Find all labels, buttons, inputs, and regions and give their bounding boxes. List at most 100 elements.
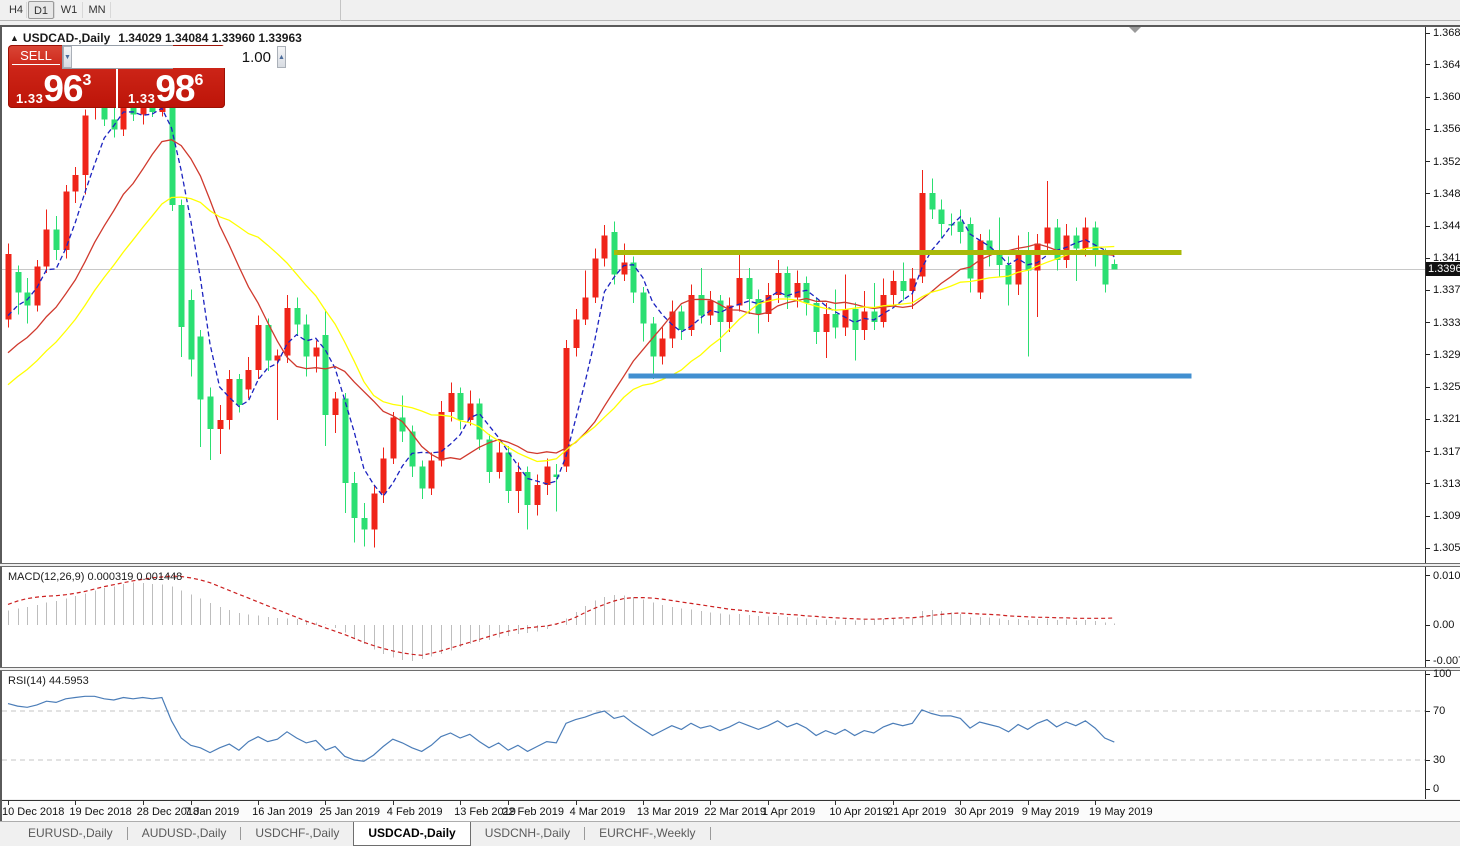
sell-price-big: 96 xyxy=(43,68,83,109)
chart-ohlc-values: 1.34029 1.34084 1.33960 1.33963 xyxy=(118,31,302,45)
pane-separator[interactable] xyxy=(0,563,1460,567)
time-axis-label: 30 Apr 2019 xyxy=(954,806,1014,818)
rsi-pane[interactable] xyxy=(2,671,1425,799)
sell-price-prefix: 1.33 xyxy=(16,91,44,106)
sell-button[interactable]: SELL xyxy=(12,47,60,65)
pane-separator[interactable] xyxy=(0,667,1460,671)
tab-usdcnh-daily[interactable]: USDCNH-,Daily xyxy=(471,822,584,846)
rsi-name: RSI(14) xyxy=(8,675,46,687)
rsi-axis-label: 100 xyxy=(1433,668,1452,681)
price-axis-label: 1.36860 xyxy=(1433,27,1460,39)
time-axis-tick xyxy=(642,801,644,805)
buy-price[interactable]: 1.33986 xyxy=(128,69,203,108)
time-axis-tick xyxy=(460,801,462,805)
timeframe-button-w1[interactable]: W1 xyxy=(56,1,82,19)
price-axis-tick xyxy=(1426,96,1430,98)
rsi-axis-label: 70 xyxy=(1433,705,1446,717)
price-axis-label: 1.31340 xyxy=(1433,477,1460,490)
window-frame-left xyxy=(0,25,2,821)
time-axis-label: 22 Feb 2019 xyxy=(502,806,565,818)
time-axis-tick xyxy=(575,801,577,805)
price-axis-label: 1.36070 xyxy=(1433,91,1460,104)
time-axis-tick xyxy=(835,801,837,805)
price-axis-label: 1.33710 xyxy=(1433,284,1460,297)
time-axis-label: 16 Jan 2019 xyxy=(252,806,313,818)
time-axis-label: 21 Apr 2019 xyxy=(887,806,947,818)
price-axis-tick xyxy=(1426,64,1430,66)
time-axis-label: 10 Dec 2018 xyxy=(2,806,65,818)
price-axis-label: 1.35680 xyxy=(1433,123,1460,136)
time-axis-label: 9 May 2019 xyxy=(1021,806,1080,818)
volume-decrease-icon[interactable]: ▼ xyxy=(63,46,72,68)
tab-separator xyxy=(709,827,711,840)
price-axis-border xyxy=(1425,27,1426,799)
time-axis-tick xyxy=(710,801,712,805)
price-axis-tick xyxy=(1426,322,1430,324)
chart-shift-icon[interactable] xyxy=(1129,27,1141,33)
macd-axis-tick xyxy=(1426,624,1430,626)
time-axis-label: 4 Feb 2019 xyxy=(386,806,443,818)
time-axis-label: 19 May 2019 xyxy=(1089,806,1153,818)
chart-symbol-period: USDCAD-,Daily xyxy=(22,31,111,45)
sell-price-sup: 3 xyxy=(82,72,92,89)
time-axis-tick xyxy=(142,801,144,805)
time-axis-label: 13 Mar 2019 xyxy=(636,806,699,818)
time-axis-tick xyxy=(1027,801,1029,805)
buy-price-prefix: 1.33 xyxy=(128,91,156,106)
time-axis-tick xyxy=(960,801,962,805)
price-axis-label: 1.30940 xyxy=(1433,510,1460,523)
time-axis-tick xyxy=(1095,801,1097,805)
time-axis-label: 1 Apr 2019 xyxy=(761,806,816,818)
sell-price[interactable]: 1.33963 xyxy=(16,69,91,108)
timeframe-button-mn[interactable]: MN xyxy=(84,1,110,19)
rsi-axis-label: 0 xyxy=(1433,783,1440,795)
time-axis-label: 25 Jan 2019 xyxy=(319,806,381,818)
macd-axis-tick xyxy=(1426,660,1430,662)
toolbar-separator xyxy=(110,2,111,18)
tab-usdcad-daily[interactable]: USDCAD-,Daily xyxy=(353,822,471,846)
time-axis-tick xyxy=(767,801,769,805)
price-axis-tick xyxy=(1426,32,1430,34)
price-divider xyxy=(116,69,118,108)
tab-usdchf-daily[interactable]: USDCHF-,Daily xyxy=(241,822,353,846)
price-axis-label: 1.32520 xyxy=(1433,381,1460,394)
price-axis-label: 1.34890 xyxy=(1433,187,1460,200)
tab-eurchf-weekly[interactable]: EURCHF-,Weekly xyxy=(585,822,709,846)
macd-label: MACD(12,26,9) 0.000319 0.001448 xyxy=(8,571,182,583)
volume-increase-icon[interactable]: ▲ xyxy=(276,46,286,68)
time-axis[interactable]: 10 Dec 2018 19 Dec 2018 28 Dec 2018 7 Jan 2… xyxy=(0,800,1460,821)
rsi-axis-tick xyxy=(1426,788,1430,790)
price-axis-tick xyxy=(1426,483,1430,485)
tab-audusd-daily[interactable]: AUDUSD-,Daily xyxy=(128,822,241,846)
price-axis-label: 1.32920 xyxy=(1433,348,1460,361)
time-axis-label: 22 Mar 2019 xyxy=(704,806,767,818)
macd-axis-label: -0.00747 xyxy=(1433,654,1460,667)
tab-eurusd-daily[interactable]: EURUSD-,Daily xyxy=(14,822,127,846)
rsi-label: RSI(14) 44.5953 xyxy=(8,675,89,687)
toolbar-separator xyxy=(53,2,55,18)
macd-axis-label: 0.010229 xyxy=(1433,569,1460,582)
price-axis-label: 1.34490 xyxy=(1433,220,1460,233)
timeframe-button-d1[interactable]: D1 xyxy=(28,1,54,19)
tab-spacer xyxy=(0,822,14,846)
symbol-marker-icon: ▲ xyxy=(10,33,19,43)
chart-tabbar: EURUSD-,Daily AUDUSD-,Daily USDCHF-,Daily U… xyxy=(0,821,1460,846)
time-axis-tick xyxy=(508,801,510,805)
price-axis-tick xyxy=(1426,225,1430,227)
price-axis-label: 1.32130 xyxy=(1433,413,1460,426)
rsi-axis-tick xyxy=(1426,673,1430,675)
price-axis-tick xyxy=(1426,515,1430,517)
toolbar-separator xyxy=(340,0,341,21)
macd-values: 0.000319 0.001448 xyxy=(87,571,183,583)
time-axis-label: 19 Dec 2018 xyxy=(69,806,132,818)
price-axis-tick xyxy=(1426,386,1430,388)
time-axis-tick xyxy=(392,801,394,805)
buy-button[interactable]: BUY xyxy=(173,47,221,65)
rsi-value: 44.5953 xyxy=(48,675,89,687)
time-axis-label: 10 Apr 2019 xyxy=(829,806,889,818)
price-axis-tick xyxy=(1426,354,1430,356)
price-axis-tick xyxy=(1426,451,1430,453)
toolbar-separator xyxy=(81,2,83,18)
macd-pane[interactable] xyxy=(2,567,1425,667)
timeframe-toolbar: H4 D1 W1 MN xyxy=(0,0,1460,21)
